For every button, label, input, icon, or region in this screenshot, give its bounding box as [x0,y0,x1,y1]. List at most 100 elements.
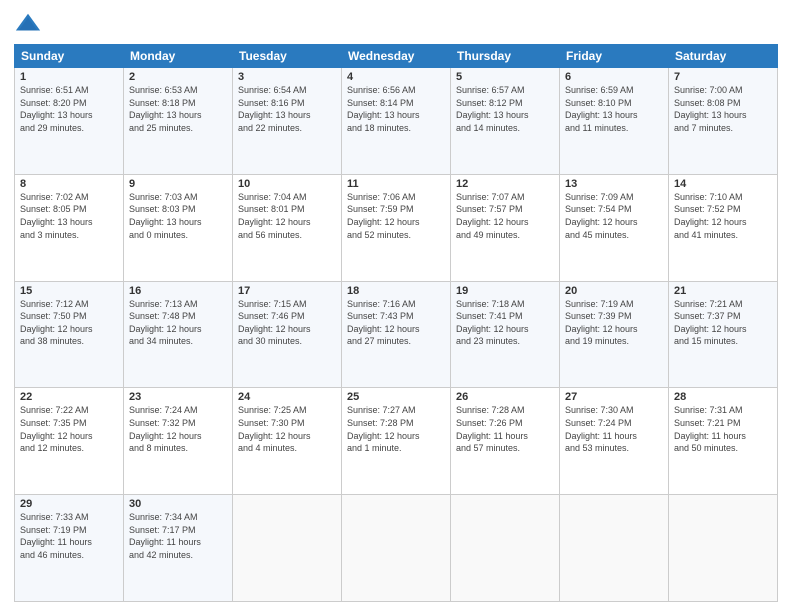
day-info: Sunrise: 7:18 AM Sunset: 7:41 PM Dayligh… [456,298,554,348]
day-info: Sunrise: 6:59 AM Sunset: 8:10 PM Dayligh… [565,84,663,134]
day-number: 7 [674,71,772,83]
day-number: 27 [565,391,663,403]
calendar-day-header: Saturday [669,45,778,68]
calendar-cell [451,495,560,602]
day-info: Sunrise: 7:33 AM Sunset: 7:19 PM Dayligh… [20,511,118,561]
day-number: 29 [20,498,118,510]
calendar-cell: 14Sunrise: 7:10 AM Sunset: 7:52 PM Dayli… [669,174,778,281]
calendar-table: SundayMondayTuesdayWednesdayThursdayFrid… [14,44,778,602]
calendar-cell: 13Sunrise: 7:09 AM Sunset: 7:54 PM Dayli… [560,174,669,281]
day-info: Sunrise: 7:27 AM Sunset: 7:28 PM Dayligh… [347,404,445,454]
calendar-cell: 18Sunrise: 7:16 AM Sunset: 7:43 PM Dayli… [342,281,451,388]
calendar-cell: 29Sunrise: 7:33 AM Sunset: 7:19 PM Dayli… [15,495,124,602]
calendar-week-row: 29Sunrise: 7:33 AM Sunset: 7:19 PM Dayli… [15,495,778,602]
calendar-cell: 25Sunrise: 7:27 AM Sunset: 7:28 PM Dayli… [342,388,451,495]
calendar-day-header: Monday [124,45,233,68]
day-info: Sunrise: 7:15 AM Sunset: 7:46 PM Dayligh… [238,298,336,348]
day-number: 24 [238,391,336,403]
day-number: 9 [129,178,227,190]
day-number: 6 [565,71,663,83]
calendar-cell: 19Sunrise: 7:18 AM Sunset: 7:41 PM Dayli… [451,281,560,388]
calendar-week-row: 1Sunrise: 6:51 AM Sunset: 8:20 PM Daylig… [15,68,778,175]
calendar-cell: 24Sunrise: 7:25 AM Sunset: 7:30 PM Dayli… [233,388,342,495]
day-info: Sunrise: 7:00 AM Sunset: 8:08 PM Dayligh… [674,84,772,134]
day-number: 25 [347,391,445,403]
day-info: Sunrise: 7:12 AM Sunset: 7:50 PM Dayligh… [20,298,118,348]
day-number: 18 [347,285,445,297]
calendar-week-row: 22Sunrise: 7:22 AM Sunset: 7:35 PM Dayli… [15,388,778,495]
calendar-cell: 3Sunrise: 6:54 AM Sunset: 8:16 PM Daylig… [233,68,342,175]
day-number: 30 [129,498,227,510]
day-info: Sunrise: 6:51 AM Sunset: 8:20 PM Dayligh… [20,84,118,134]
day-info: Sunrise: 7:03 AM Sunset: 8:03 PM Dayligh… [129,191,227,241]
calendar-day-header: Tuesday [233,45,342,68]
calendar-cell: 6Sunrise: 6:59 AM Sunset: 8:10 PM Daylig… [560,68,669,175]
day-number: 16 [129,285,227,297]
day-number: 2 [129,71,227,83]
day-info: Sunrise: 6:57 AM Sunset: 8:12 PM Dayligh… [456,84,554,134]
day-info: Sunrise: 7:10 AM Sunset: 7:52 PM Dayligh… [674,191,772,241]
day-info: Sunrise: 7:06 AM Sunset: 7:59 PM Dayligh… [347,191,445,241]
calendar-cell: 16Sunrise: 7:13 AM Sunset: 7:48 PM Dayli… [124,281,233,388]
calendar-cell: 12Sunrise: 7:07 AM Sunset: 7:57 PM Dayli… [451,174,560,281]
day-number: 19 [456,285,554,297]
calendar-day-header: Thursday [451,45,560,68]
day-info: Sunrise: 7:30 AM Sunset: 7:24 PM Dayligh… [565,404,663,454]
calendar-cell [669,495,778,602]
calendar-cell: 9Sunrise: 7:03 AM Sunset: 8:03 PM Daylig… [124,174,233,281]
day-info: Sunrise: 7:04 AM Sunset: 8:01 PM Dayligh… [238,191,336,241]
day-number: 22 [20,391,118,403]
day-number: 17 [238,285,336,297]
day-number: 1 [20,71,118,83]
day-info: Sunrise: 7:24 AM Sunset: 7:32 PM Dayligh… [129,404,227,454]
logo-icon [14,10,42,38]
calendar-cell: 23Sunrise: 7:24 AM Sunset: 7:32 PM Dayli… [124,388,233,495]
day-number: 15 [20,285,118,297]
calendar-cell: 10Sunrise: 7:04 AM Sunset: 8:01 PM Dayli… [233,174,342,281]
calendar-cell: 4Sunrise: 6:56 AM Sunset: 8:14 PM Daylig… [342,68,451,175]
calendar-cell: 1Sunrise: 6:51 AM Sunset: 8:20 PM Daylig… [15,68,124,175]
day-number: 12 [456,178,554,190]
calendar-day-header: Wednesday [342,45,451,68]
logo [14,10,46,38]
calendar-cell: 5Sunrise: 6:57 AM Sunset: 8:12 PM Daylig… [451,68,560,175]
calendar-cell: 17Sunrise: 7:15 AM Sunset: 7:46 PM Dayli… [233,281,342,388]
calendar-cell: 30Sunrise: 7:34 AM Sunset: 7:17 PM Dayli… [124,495,233,602]
day-number: 21 [674,285,772,297]
calendar-cell: 22Sunrise: 7:22 AM Sunset: 7:35 PM Dayli… [15,388,124,495]
day-info: Sunrise: 7:22 AM Sunset: 7:35 PM Dayligh… [20,404,118,454]
day-info: Sunrise: 7:16 AM Sunset: 7:43 PM Dayligh… [347,298,445,348]
page-header [14,10,778,38]
calendar-cell: 15Sunrise: 7:12 AM Sunset: 7:50 PM Dayli… [15,281,124,388]
day-info: Sunrise: 7:31 AM Sunset: 7:21 PM Dayligh… [674,404,772,454]
day-number: 10 [238,178,336,190]
calendar-header-row: SundayMondayTuesdayWednesdayThursdayFrid… [15,45,778,68]
calendar-cell: 27Sunrise: 7:30 AM Sunset: 7:24 PM Dayli… [560,388,669,495]
day-info: Sunrise: 6:56 AM Sunset: 8:14 PM Dayligh… [347,84,445,134]
day-info: Sunrise: 7:13 AM Sunset: 7:48 PM Dayligh… [129,298,227,348]
day-number: 3 [238,71,336,83]
calendar-cell: 8Sunrise: 7:02 AM Sunset: 8:05 PM Daylig… [15,174,124,281]
calendar-cell: 20Sunrise: 7:19 AM Sunset: 7:39 PM Dayli… [560,281,669,388]
day-info: Sunrise: 7:21 AM Sunset: 7:37 PM Dayligh… [674,298,772,348]
calendar-cell: 28Sunrise: 7:31 AM Sunset: 7:21 PM Dayli… [669,388,778,495]
calendar-cell: 2Sunrise: 6:53 AM Sunset: 8:18 PM Daylig… [124,68,233,175]
day-number: 8 [20,178,118,190]
day-info: Sunrise: 7:34 AM Sunset: 7:17 PM Dayligh… [129,511,227,561]
calendar-cell [560,495,669,602]
day-number: 11 [347,178,445,190]
calendar-week-row: 15Sunrise: 7:12 AM Sunset: 7:50 PM Dayli… [15,281,778,388]
calendar-cell [342,495,451,602]
day-number: 26 [456,391,554,403]
day-number: 5 [456,71,554,83]
day-number: 28 [674,391,772,403]
day-info: Sunrise: 6:53 AM Sunset: 8:18 PM Dayligh… [129,84,227,134]
day-info: Sunrise: 7:02 AM Sunset: 8:05 PM Dayligh… [20,191,118,241]
day-number: 14 [674,178,772,190]
day-number: 23 [129,391,227,403]
calendar-cell [233,495,342,602]
calendar-cell: 21Sunrise: 7:21 AM Sunset: 7:37 PM Dayli… [669,281,778,388]
day-info: Sunrise: 7:25 AM Sunset: 7:30 PM Dayligh… [238,404,336,454]
day-info: Sunrise: 6:54 AM Sunset: 8:16 PM Dayligh… [238,84,336,134]
day-number: 13 [565,178,663,190]
